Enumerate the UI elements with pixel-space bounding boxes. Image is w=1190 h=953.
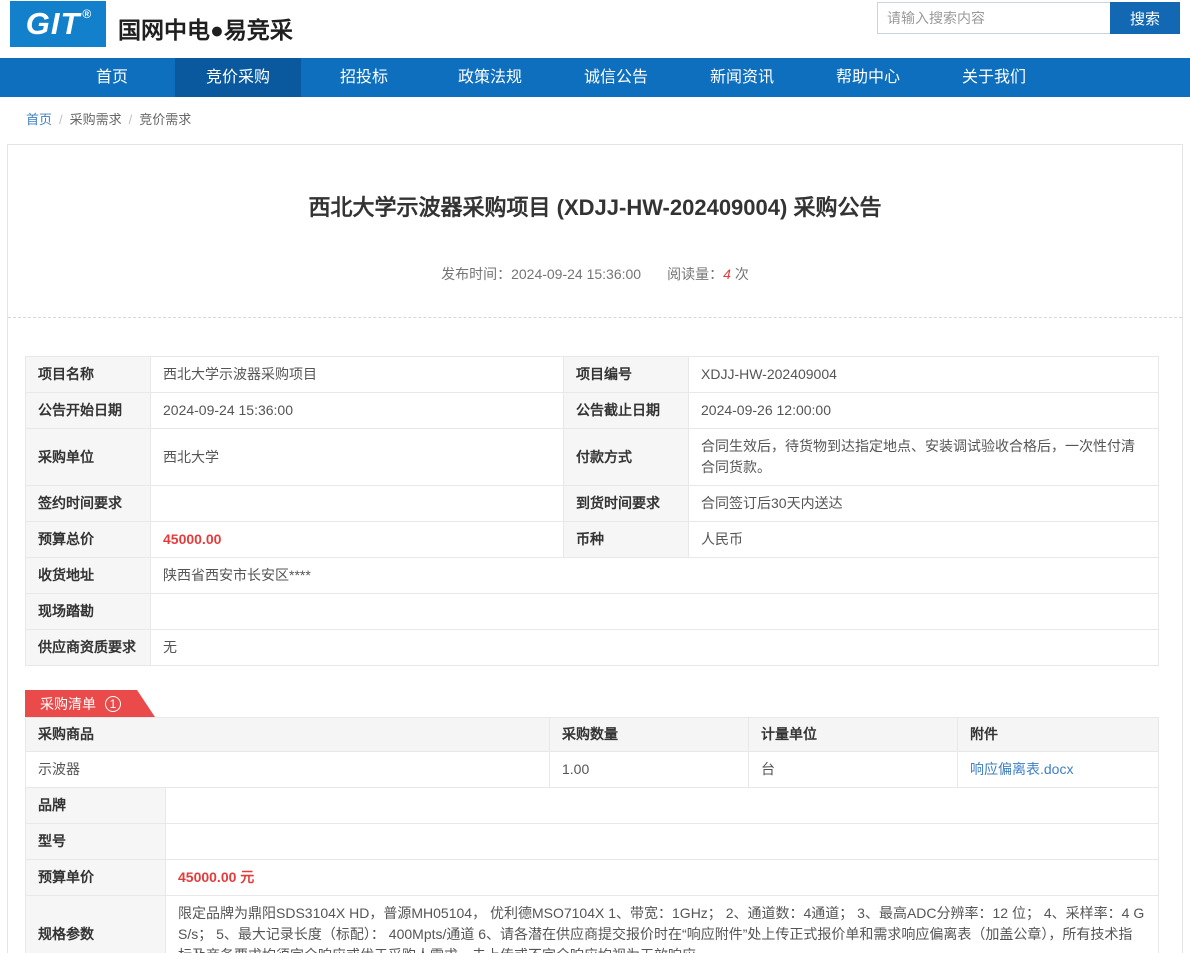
notice-head: 西北大学示波器采购项目 (XDJJ-HW-202409004) 采购公告 发布时… xyxy=(8,145,1182,284)
info-label: 供应商资质要求 xyxy=(26,630,151,666)
purchase-list-tag: 采购清单 1 xyxy=(25,690,155,717)
info-value-project-code: XDJJ-HW-202409004 xyxy=(689,357,1159,393)
project-info-table: 项目名称 西北大学示波器采购项目 项目编号 XDJJ-HW-202409004 … xyxy=(25,356,1159,666)
table-row: 供应商资质要求 无 xyxy=(26,630,1159,666)
info-value-project-name: 西北大学示波器采购项目 xyxy=(151,357,564,393)
table-row: 示波器 1.00 台 响应偏离表.docx xyxy=(26,752,1159,788)
info-value-supplier-qualification: 无 xyxy=(151,630,1159,666)
table-row: 现场踏勘 xyxy=(26,594,1159,630)
nav-item-home[interactable]: 首页 xyxy=(49,58,175,97)
breadcrumb-purchase-demand: 采购需求 xyxy=(70,112,122,127)
detail-value-unit-budget: 45000.00 元 xyxy=(166,860,1159,896)
info-label: 预算总价 xyxy=(26,522,151,558)
nav-item-help-center[interactable]: 帮助中心 xyxy=(805,58,931,97)
nav-item-integrity-notice[interactable]: 诚信公告 xyxy=(553,58,679,97)
nav-item-bidding-purchase[interactable]: 竞价采购 xyxy=(175,58,301,97)
info-value-currency: 人民币 xyxy=(689,522,1159,558)
info-value-payment-method: 合同生效后，待货物到达指定地点、安装调试验收合格后，一次性付清合同货款。 xyxy=(689,429,1159,486)
table-row: 预算单价 45000.00 元 xyxy=(26,860,1159,896)
site-title: 国网中电●易竞采 xyxy=(118,11,293,45)
views-count: 4 xyxy=(723,266,731,282)
detail-value-model xyxy=(166,824,1159,860)
cell-unit: 台 xyxy=(749,752,958,788)
card-body: 项目名称 西北大学示波器采购项目 项目编号 XDJJ-HW-202409004 … xyxy=(8,318,1182,953)
info-label: 公告截止日期 xyxy=(564,393,689,429)
table-row: 收货地址 陕西省西安市长安区**** xyxy=(26,558,1159,594)
notice-meta: 发布时间：2024-09-24 15:36:00 阅读量：4次 xyxy=(8,264,1182,284)
git-logo[interactable]: GIT® xyxy=(10,1,106,47)
col-header-product: 采购商品 xyxy=(26,718,550,752)
search-bar: 搜索 xyxy=(877,2,1180,34)
info-value-end-date: 2024-09-26 12:00:00 xyxy=(689,393,1159,429)
publish-time-value: 2024-09-24 15:36:00 xyxy=(511,266,641,282)
nav-item-policy[interactable]: 政策法规 xyxy=(427,58,553,97)
views-label: 阅读量： xyxy=(667,266,723,282)
page-title: 西北大学示波器采购项目 (XDJJ-HW-202409004) 采购公告 xyxy=(8,190,1182,222)
purchase-list-count-badge: 1 xyxy=(105,696,121,712)
detail-value-brand xyxy=(166,788,1159,824)
table-row: 公告开始日期 2024-09-24 15:36:00 公告截止日期 2024-0… xyxy=(26,393,1159,429)
info-label: 采购单位 xyxy=(26,429,151,486)
detail-label: 规格参数 xyxy=(26,896,166,953)
table-row: 签约时间要求 到货时间要求 合同签订后30天内送达 xyxy=(26,486,1159,522)
nav-item-tender[interactable]: 招投标 xyxy=(301,58,427,97)
cell-product-name: 示波器 xyxy=(26,752,550,788)
publish-time-label: 发布时间： xyxy=(441,266,511,282)
nav-item-news[interactable]: 新闻资讯 xyxy=(679,58,805,97)
info-label: 项目名称 xyxy=(26,357,151,393)
nav-item-about-us[interactable]: 关于我们 xyxy=(931,58,1057,97)
info-label: 收货地址 xyxy=(26,558,151,594)
info-value-purchaser: 西北大学 xyxy=(151,429,564,486)
info-value-site-survey xyxy=(151,594,1159,630)
breadcrumb-home[interactable]: 首页 xyxy=(26,112,52,127)
detail-label: 品牌 xyxy=(26,788,166,824)
logo-text: GIT xyxy=(26,6,81,42)
info-label: 付款方式 xyxy=(564,429,689,486)
info-value-sign-time xyxy=(151,486,564,522)
info-value-delivery-address: 陕西省西安市长安区**** xyxy=(151,558,1159,594)
col-header-unit: 计量单位 xyxy=(749,718,958,752)
info-value-delivery-time: 合同签订后30天内送达 xyxy=(689,486,1159,522)
breadcrumb-separator: / xyxy=(129,112,133,127)
col-header-attachment: 附件 xyxy=(958,718,1159,752)
top-header: GIT® 国网中电●易竞采 搜索 xyxy=(0,0,1190,58)
purchase-list-tag-label: 采购清单 xyxy=(40,694,96,714)
breadcrumb-bidding-demand: 竞价需求 xyxy=(139,112,191,127)
detail-value-specifications: 限定品牌为鼎阳SDS3104X HD，普源MH05104， 优利德MSO7104… xyxy=(166,896,1159,953)
purchase-list-table: 采购商品 采购数量 计量单位 附件 示波器 1.00 台 响应偏离表.docx xyxy=(25,717,1159,788)
table-row: 规格参数 限定品牌为鼎阳SDS3104X HD，普源MH05104， 优利德MS… xyxy=(26,896,1159,953)
table-row: 预算总价 45000.00 币种 人民币 xyxy=(26,522,1159,558)
info-label: 签约时间要求 xyxy=(26,486,151,522)
info-label: 币种 xyxy=(564,522,689,558)
table-row: 采购单位 西北大学 付款方式 合同生效后，待货物到达指定地点、安装调试验收合格后… xyxy=(26,429,1159,486)
info-value-total-budget: 45000.00 xyxy=(151,522,564,558)
search-input[interactable] xyxy=(877,2,1110,34)
cell-quantity: 1.00 xyxy=(550,752,749,788)
table-row: 品牌 xyxy=(26,788,1159,824)
notice-card: 西北大学示波器采购项目 (XDJJ-HW-202409004) 采购公告 发布时… xyxy=(7,144,1183,953)
info-label: 到货时间要求 xyxy=(564,486,689,522)
breadcrumb: 首页 / 采购需求 / 竞价需求 xyxy=(0,97,1190,139)
info-label: 公告开始日期 xyxy=(26,393,151,429)
registered-mark: ® xyxy=(82,7,92,21)
breadcrumb-separator: / xyxy=(59,112,63,127)
detail-label: 预算单价 xyxy=(26,860,166,896)
info-label: 项目编号 xyxy=(564,357,689,393)
table-row: 项目名称 西北大学示波器采购项目 项目编号 XDJJ-HW-202409004 xyxy=(26,357,1159,393)
search-button[interactable]: 搜索 xyxy=(1110,2,1180,34)
table-header-row: 采购商品 采购数量 计量单位 附件 xyxy=(26,718,1159,752)
col-header-quantity: 采购数量 xyxy=(550,718,749,752)
info-value-start-date: 2024-09-24 15:36:00 xyxy=(151,393,564,429)
views-unit: 次 xyxy=(735,266,749,282)
main-nav: 首页 竞价采购 招投标 政策法规 诚信公告 新闻资讯 帮助中心 关于我们 xyxy=(0,58,1190,97)
info-label: 现场踏勘 xyxy=(26,594,151,630)
detail-label: 型号 xyxy=(26,824,166,860)
attachment-link[interactable]: 响应偏离表.docx xyxy=(970,761,1073,777)
table-row: 型号 xyxy=(26,824,1159,860)
product-detail-table: 品牌 型号 预算单价 45000.00 元 规格参数 限定品牌为鼎阳SDS310… xyxy=(25,787,1159,953)
